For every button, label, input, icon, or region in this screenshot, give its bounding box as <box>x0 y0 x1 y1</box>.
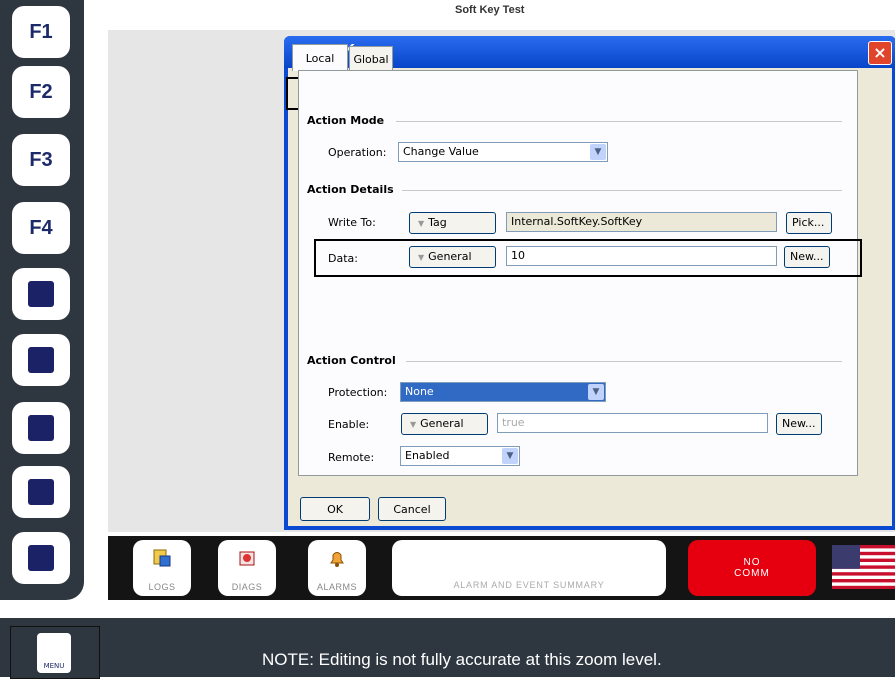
no-comm-line1: NO <box>743 557 761 568</box>
protection-dropdown[interactable]: None ▼ <box>400 382 606 402</box>
chevron-down-icon: ▼ <box>502 448 518 464</box>
diags-icon <box>239 551 255 566</box>
enable-type-button[interactable]: ▼ General <box>401 413 488 435</box>
zoom-note: NOTE: Editing is not fully accurate at t… <box>262 650 662 669</box>
diags-button[interactable]: DIAGS <box>218 540 276 596</box>
square-icon <box>28 281 54 307</box>
logs-button[interactable]: LOGS <box>133 540 191 596</box>
new-data-button[interactable]: New... <box>784 246 830 268</box>
cancel-button[interactable]: Cancel <box>378 497 446 521</box>
soft-key-8[interactable] <box>12 466 70 518</box>
menu-label: MENU <box>43 662 65 670</box>
no-comm-line2: COMM <box>734 568 770 579</box>
summary-label: ALARM AND EVENT SUMMARY <box>453 580 605 590</box>
divider <box>406 361 842 362</box>
soft-key-5[interactable] <box>12 268 70 320</box>
data-label: Data: <box>328 252 358 265</box>
alarm-event-summary[interactable]: ALARM AND EVENT SUMMARY <box>392 540 666 596</box>
data-type: General <box>428 250 472 263</box>
square-icon <box>28 479 54 505</box>
cancel-label: Cancel <box>393 502 431 516</box>
new-enable-button[interactable]: New... <box>776 413 822 435</box>
f1-key[interactable]: F1 <box>12 6 70 58</box>
f2-label: F2 <box>29 80 53 103</box>
remote-label: Remote: <box>328 451 375 464</box>
ok-button[interactable]: OK <box>300 497 370 521</box>
enable-type: General <box>420 417 464 430</box>
triangle-down-icon: ▼ <box>418 219 425 228</box>
operation-dropdown[interactable]: Change Value ▼ <box>398 142 608 162</box>
screen-title: Soft Key Test <box>455 4 525 16</box>
data-type-button[interactable]: ▼ General <box>409 246 496 268</box>
logs-icon <box>153 549 171 567</box>
logs-label: LOGS <box>148 582 176 592</box>
f4-key[interactable]: F4 <box>12 202 70 254</box>
operation-value: Change Value <box>403 145 479 158</box>
square-icon <box>28 415 54 441</box>
tab-global-label: Global <box>353 52 389 66</box>
pick-button[interactable]: Pick... <box>786 212 832 234</box>
write-to-label: Write To: <box>328 216 376 229</box>
triangle-down-icon: ▼ <box>418 253 425 262</box>
write-to-type-button[interactable]: ▼ Tag <box>409 212 496 234</box>
protection-label: Protection: <box>328 386 388 399</box>
tab-global[interactable]: Global <box>349 46 393 71</box>
write-to-type: Tag <box>428 216 447 229</box>
f1-label: F1 <box>29 20 53 43</box>
action-details-heading: Action Details <box>307 183 394 196</box>
soft-key-6[interactable] <box>12 334 70 386</box>
triangle-down-icon: ▼ <box>410 420 417 429</box>
chevron-down-icon: ▼ <box>590 144 606 160</box>
action-control-heading: Action Control <box>307 354 396 367</box>
function-key-column: F1 F2 F3 F4 <box>0 0 84 600</box>
data-value-input[interactable]: 10 <box>506 246 777 266</box>
close-icon[interactable]: × <box>868 41 892 65</box>
enable-label: Enable: <box>328 418 370 431</box>
remote-value: Enabled <box>405 449 450 462</box>
menu-key-button[interactable]: MENU <box>10 626 100 679</box>
no-comm-indicator: NO COMM <box>688 540 816 596</box>
divider <box>402 190 842 191</box>
chevron-down-icon: ▼ <box>588 384 604 400</box>
divider <box>396 121 842 122</box>
operation-label: Operation: <box>328 146 387 159</box>
square-icon <box>28 545 54 571</box>
menu-icon: MENU <box>37 633 71 673</box>
protection-value: None <box>405 385 434 398</box>
alarms-button[interactable]: ALARMS <box>308 540 366 596</box>
square-icon <box>28 347 54 373</box>
f3-label: F3 <box>29 148 53 171</box>
remote-dropdown[interactable]: Enabled ▼ <box>400 446 520 466</box>
soft-key-7[interactable] <box>12 402 70 454</box>
soft-key-9[interactable] <box>12 532 70 584</box>
f3-key[interactable]: F3 <box>12 134 70 186</box>
tab-local[interactable]: Local <box>292 44 348 71</box>
tab-local-label: Local <box>305 51 335 65</box>
ok-label: OK <box>327 502 343 516</box>
bell-icon <box>330 552 344 567</box>
f2-key[interactable]: F2 <box>12 66 70 118</box>
action-mode-heading: Action Mode <box>307 114 385 127</box>
f4-label: F4 <box>29 216 53 239</box>
alarms-label: ALARMS <box>316 582 357 592</box>
enable-expression-field[interactable]: true <box>497 413 768 433</box>
write-to-field[interactable]: Internal.SoftKey.SoftKey <box>506 212 777 232</box>
us-flag-icon[interactable] <box>832 545 895 589</box>
diags-label: DIAGS <box>231 582 263 592</box>
